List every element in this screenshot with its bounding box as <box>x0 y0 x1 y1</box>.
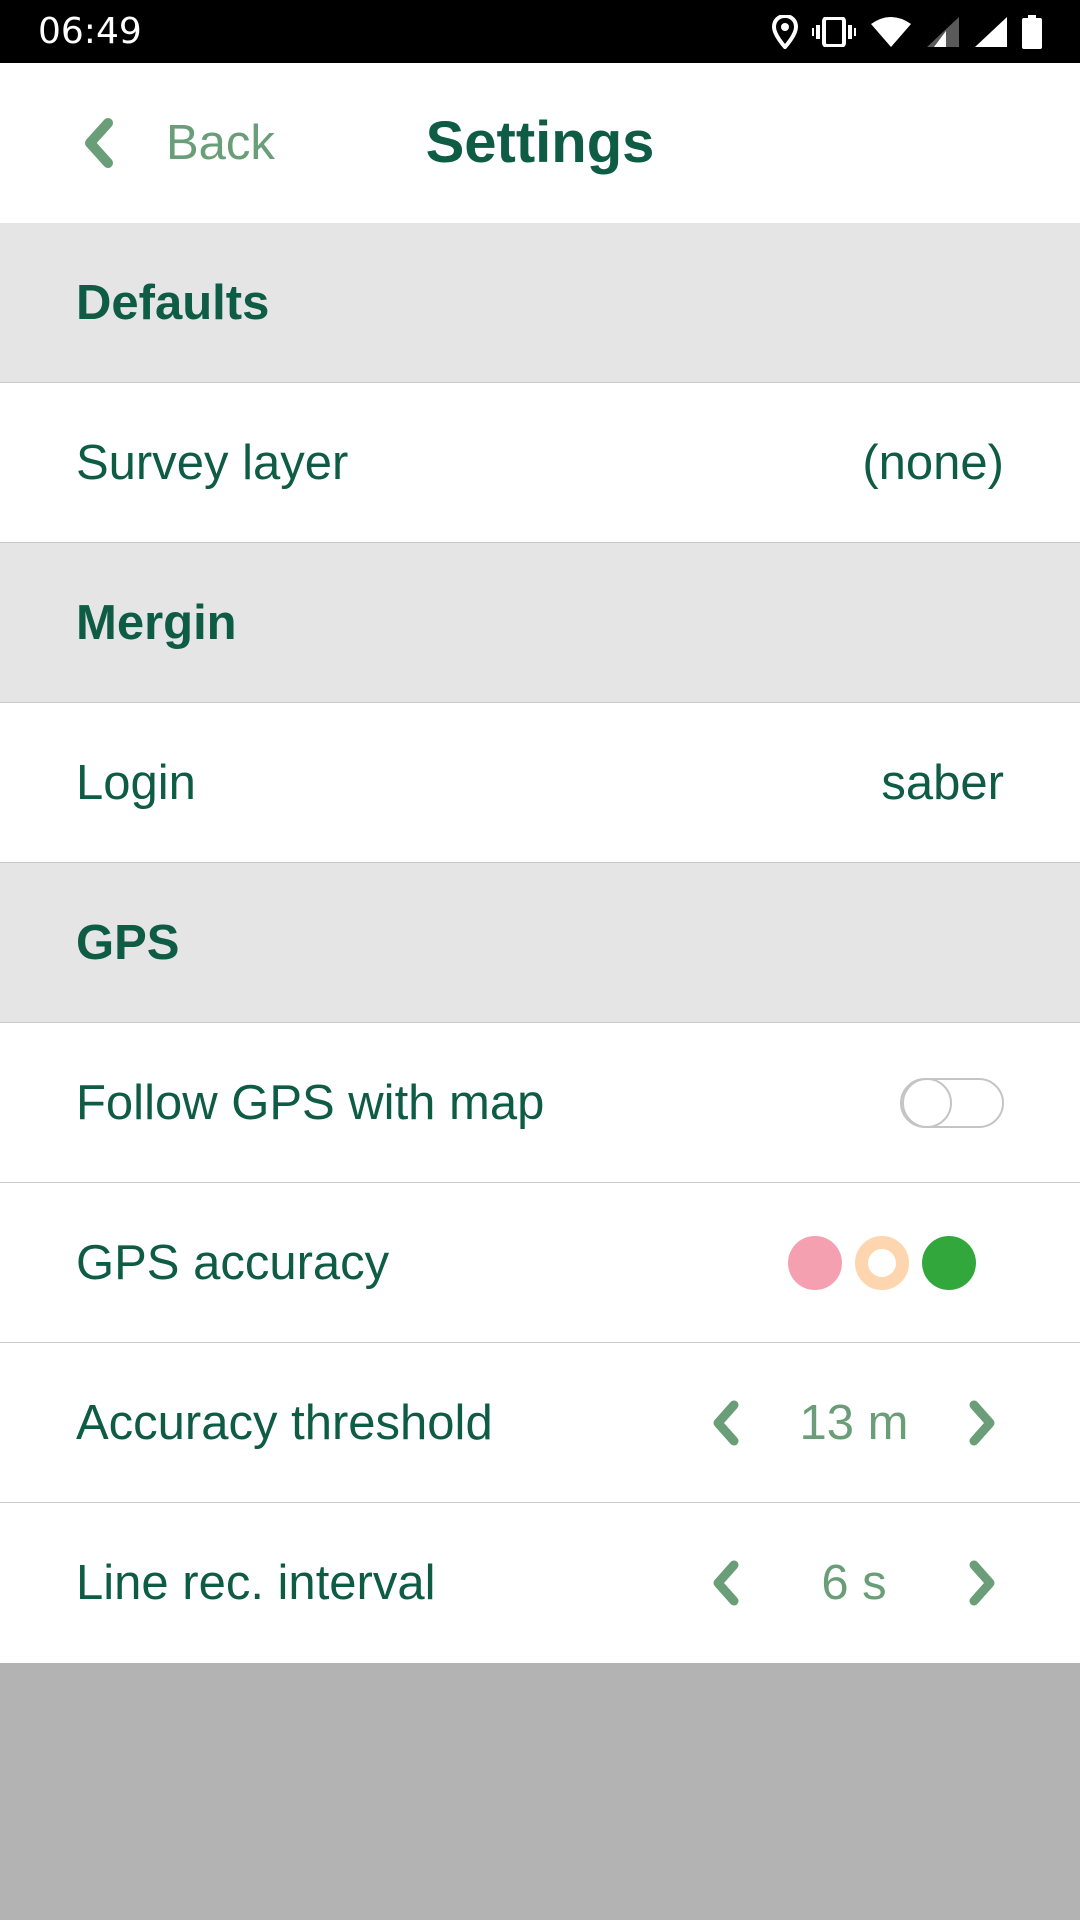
accuracy-threshold-row: Accuracy threshold 13 m <box>0 1343 1080 1503</box>
chevron-right-icon <box>969 1400 995 1445</box>
chevron-left-icon <box>713 1400 739 1445</box>
decrease-button[interactable] <box>704 1553 748 1613</box>
vibrate-icon <box>812 16 856 47</box>
section-title: Mergin <box>76 595 237 650</box>
wifi-icon <box>871 16 911 47</box>
gps-accuracy-label: GPS accuracy <box>76 1235 390 1290</box>
chevron-left-icon <box>713 1560 739 1606</box>
battery-icon <box>1022 14 1042 49</box>
accuracy-low-dot <box>788 1235 842 1290</box>
section-defaults: Defaults <box>0 223 1080 383</box>
gps-accuracy-row: GPS accuracy <box>0 1183 1080 1343</box>
accuracy-high-dot <box>922 1235 976 1290</box>
status-time: 06:49 <box>38 11 142 52</box>
gps-accuracy-indicator <box>788 1235 976 1290</box>
survey-layer-label: Survey layer <box>76 435 349 490</box>
signal-icon <box>927 16 959 47</box>
line-rec-interval-label: Line rec. interval <box>76 1556 436 1610</box>
decrease-button[interactable] <box>704 1393 748 1453</box>
back-label: Back <box>166 116 275 170</box>
chevron-left-icon <box>85 118 113 168</box>
login-label: Login <box>76 755 196 810</box>
line-rec-interval-stepper: 6 s <box>704 1503 1004 1663</box>
follow-gps-label: Follow GPS with map <box>76 1075 545 1130</box>
section-gps: GPS <box>0 863 1080 1023</box>
header: Settings Back <box>0 63 1080 223</box>
increase-button[interactable] <box>960 1553 1004 1613</box>
section-title: GPS <box>76 915 180 970</box>
chevron-right-icon <box>969 1560 995 1606</box>
signal-icon <box>975 16 1007 47</box>
status-bar: 06:49 <box>0 0 1080 63</box>
survey-layer-row[interactable]: Survey layer (none) <box>0 383 1080 543</box>
section-mergin: Mergin <box>0 543 1080 703</box>
survey-layer-value: (none) <box>862 435 1004 490</box>
accuracy-threshold-label: Accuracy threshold <box>76 1395 493 1450</box>
line-rec-interval-row: Line rec. interval 6 s <box>0 1503 1080 1663</box>
follow-gps-toggle[interactable] <box>900 1077 1004 1128</box>
increase-button[interactable] <box>960 1393 1004 1453</box>
login-value: saber <box>881 755 1004 810</box>
toggle-knob <box>902 1077 952 1128</box>
location-icon <box>772 14 798 49</box>
empty-area <box>0 1672 1080 1920</box>
settings-list: Defaults Survey layer (none) Mergin Logi… <box>0 223 1080 1663</box>
status-icons <box>772 0 1042 63</box>
accuracy-medium-dot <box>855 1235 909 1290</box>
back-button[interactable]: Back <box>78 63 275 223</box>
section-title: Defaults <box>76 275 270 330</box>
follow-gps-row: Follow GPS with map <box>0 1023 1080 1183</box>
accuracy-threshold-value: 13 m <box>799 1395 909 1450</box>
accuracy-threshold-stepper: 13 m <box>704 1343 1004 1503</box>
login-row[interactable]: Login saber <box>0 703 1080 863</box>
line-rec-interval-value: 6 s <box>821 1556 887 1610</box>
